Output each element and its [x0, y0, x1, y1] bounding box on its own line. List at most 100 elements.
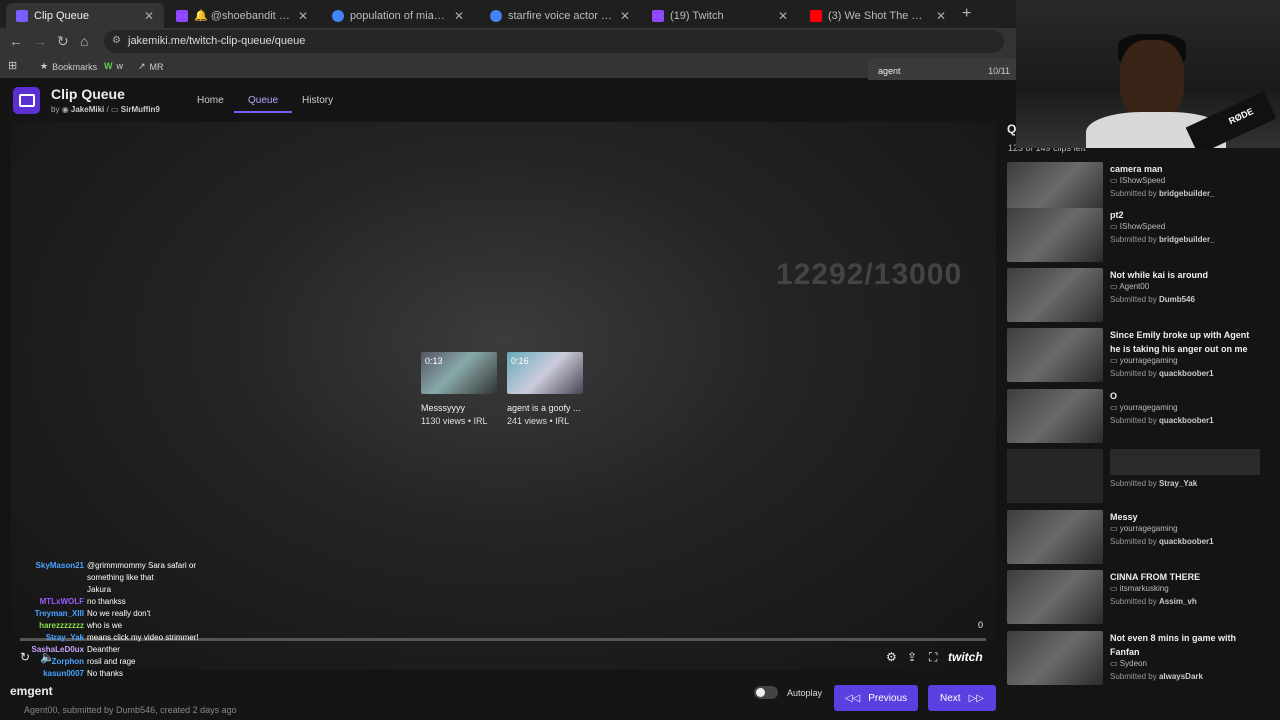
- chat-username[interactable]: kasun0007: [6, 668, 84, 680]
- close-icon[interactable]: ✕: [454, 9, 464, 23]
- tab-title: starfire voice actor - Google Search: [508, 9, 614, 22]
- close-icon[interactable]: ✕: [620, 9, 630, 23]
- fullscreen-icon[interactable]: ⛶: [929, 650, 937, 665]
- home-icon[interactable]: ⌂: [80, 33, 88, 49]
- chat-username[interactable]: SashaLeD0ux: [6, 644, 84, 656]
- overlay-emgent: emgent: [10, 684, 53, 698]
- star-icon: ★: [40, 61, 49, 71]
- nav-home[interactable]: Home: [197, 95, 224, 106]
- back-icon[interactable]: ←: [9, 33, 23, 49]
- tab-starfire[interactable]: starfire voice actor - Google Search ✕: [480, 3, 640, 28]
- channel-icon: ▭: [1110, 282, 1120, 291]
- chat-username[interactable]: Treyman_XIII: [6, 608, 84, 620]
- tab-notification[interactable]: 🔔 @shoebandit mentioned you ✕: [166, 3, 318, 28]
- settings-gear-icon[interactable]: ⚙: [886, 650, 897, 664]
- streamer-head: [1120, 40, 1184, 120]
- submitter-name: bridgebuilder_: [1158, 235, 1215, 244]
- site-info-icon[interactable]: ⚙: [112, 35, 121, 46]
- submitter-name: quackboober1: [1158, 416, 1214, 425]
- close-icon[interactable]: ✕: [298, 9, 308, 23]
- chat-username[interactable]: SkyMason21: [6, 560, 84, 572]
- queue-item-channel: ▭ IShowSpeed: [1110, 222, 1165, 231]
- tab-title: 🔔 @shoebandit mentioned you: [194, 10, 292, 22]
- queue-item-submitter: Submitted by quackboober1: [1110, 369, 1214, 378]
- twitch-icon: [16, 9, 28, 22]
- author-link[interactable]: SirMuffin9: [121, 105, 160, 114]
- twitch-logo[interactable]: twitch: [948, 650, 983, 664]
- share-icon[interactable]: ⇪: [907, 650, 917, 664]
- suggested-clip[interactable]: 0:13 Messsyyyy 1130 views • IRL: [421, 352, 501, 436]
- queue-thumbnail: [1007, 570, 1103, 624]
- close-icon[interactable]: ✕: [778, 9, 788, 23]
- bookmark-item[interactable]: ★ Bookmarks: [40, 61, 97, 72]
- submitter-name: alwaysDark: [1158, 672, 1203, 681]
- channel-icon: ▭: [1110, 524, 1120, 533]
- queue-item[interactable]: O ▭ yourragegaming Submitted by quackboobe…: [1007, 389, 1262, 447]
- bookmark-label: w: [116, 61, 124, 71]
- queue-item[interactable]: Since Emily broke up with Agent he is ta…: [1007, 328, 1262, 386]
- queue-thumbnail: [1007, 510, 1103, 564]
- find-count: 10/11: [988, 66, 1010, 76]
- channel-icon: ▭: [1110, 584, 1120, 593]
- queue-thumbnail: [1007, 208, 1103, 262]
- close-icon[interactable]: ✕: [936, 9, 946, 23]
- submitted-by-label: Submitted by: [1110, 597, 1157, 606]
- queue-item-title: Not even 8 mins in game with Fanfan: [1110, 633, 1237, 657]
- tab-twitch[interactable]: (19) Twitch ✕: [642, 3, 798, 28]
- chat-username[interactable]: [6, 584, 84, 596]
- queue-thumbnail: [1007, 631, 1103, 685]
- chat-username[interactable]: Stray_Yak: [6, 632, 84, 644]
- channel-name: yourragegaming: [1119, 356, 1178, 365]
- author-link[interactable]: JakeMiki: [71, 105, 104, 114]
- tab-title: (19) Twitch: [670, 9, 724, 22]
- twitch-icon: [176, 9, 188, 22]
- queue-item[interactable]: Not while kai is around ▭ Agent00 Submitte…: [1007, 268, 1262, 326]
- queue-thumbnail: [1007, 449, 1103, 503]
- close-icon[interactable]: ✕: [144, 9, 154, 23]
- chat-username[interactable]: harezzzzzzz: [6, 620, 84, 632]
- queue-item[interactable]: Messy ▭ yourragegaming Submitted by quackb…: [1007, 510, 1262, 568]
- bookmark-label: Bookmarks: [52, 61, 98, 72]
- url-field[interactable]: ⚙ jakemiki.me/twitch-clip-queue/queue: [104, 30, 1004, 53]
- chat-username[interactable]: [6, 572, 84, 584]
- channel-name: itsmarkusking: [1119, 584, 1169, 593]
- queue-item-submitter: Submitted by bridgebuilder_: [1110, 189, 1215, 198]
- forward-icon[interactable]: →: [33, 33, 47, 49]
- tab-clip-queue[interactable]: Clip Queue ✕: [6, 3, 164, 28]
- previous-button[interactable]: ◁◁ Previous: [834, 685, 918, 711]
- queue-item-submitter: Submitted by Stray_Yak: [1110, 479, 1197, 488]
- new-tab-icon[interactable]: +: [962, 5, 971, 23]
- autoplay-toggle[interactable]: [754, 686, 778, 699]
- nav-history[interactable]: History: [302, 95, 333, 106]
- queue-item[interactable]: Not even 8 mins in game with Fanfan ▭ Syd…: [1007, 631, 1262, 689]
- chat-line: Jakura: [6, 584, 236, 596]
- chat-username[interactable]: MTLxWOLF: [6, 596, 84, 608]
- reload-icon[interactable]: ↻: [57, 33, 69, 50]
- bookmark-item[interactable]: ↗ MR: [138, 61, 164, 72]
- queue-item[interactable]: pt2 ▭ IShowSpeed Submitted by bridgebuilde…: [1007, 208, 1262, 266]
- next-button[interactable]: Next ▷▷: [928, 685, 996, 711]
- tab-youtube[interactable]: (3) We Shot The Most DANGEROUS ✕: [800, 3, 956, 28]
- queue-item[interactable]: Submitted by Stray_Yak: [1007, 449, 1262, 507]
- find-input[interactable]: agent: [878, 66, 901, 76]
- chat-username[interactable]: Zorphon: [6, 656, 84, 668]
- bookmark-item[interactable]: Ww: [104, 61, 123, 71]
- apps-grid-icon[interactable]: ⊞: [8, 59, 17, 72]
- queue-item[interactable]: CINNA FROM THERE ▭ itsmarkusking Submitted…: [1007, 570, 1262, 628]
- submitter-name: Stray_Yak: [1158, 479, 1198, 488]
- tv-logo-icon[interactable]: [13, 87, 40, 114]
- clip-meta: Agent00, submitted by Dumb546, created 2…: [24, 705, 237, 715]
- tab-population[interactable]: population of miami dade county ✕: [322, 3, 474, 28]
- submitted-by-label: Submitted by: [1110, 672, 1157, 681]
- twitch-icon: [652, 9, 664, 22]
- youtube-icon: [810, 9, 822, 22]
- suggested-clip[interactable]: 0:16 agent is a goofy ... 241 views • IR…: [507, 352, 587, 436]
- queue-thumbnail: [1007, 328, 1103, 382]
- nav-queue[interactable]: Queue: [234, 95, 293, 113]
- submitter-name: quackboober1: [1158, 369, 1214, 378]
- webcam-overlay: RØDE: [1016, 0, 1280, 148]
- chat-line: SashaLeD0ux Deanther: [6, 644, 236, 656]
- w-logo-icon: W: [104, 61, 113, 71]
- channel-icon: ▭: [1110, 659, 1120, 668]
- channel-icon: ▭: [1110, 176, 1120, 185]
